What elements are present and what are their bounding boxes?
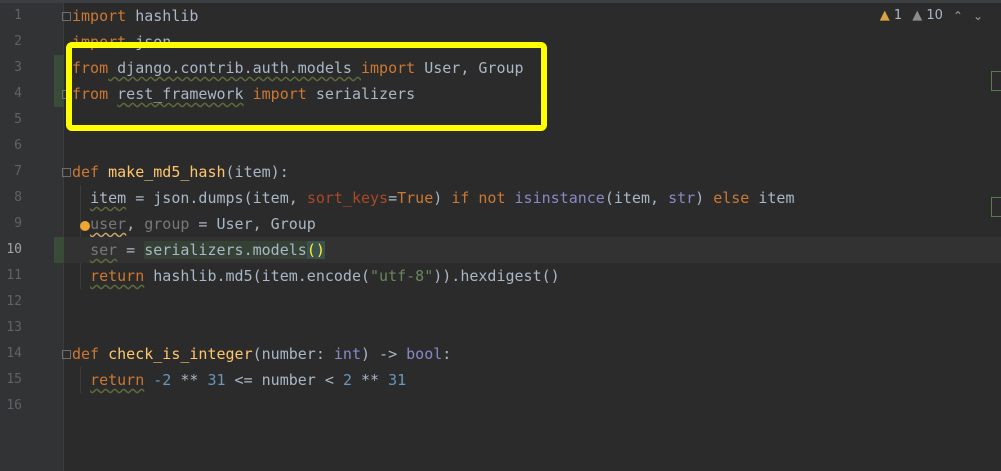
line-number: 1: [14, 8, 22, 23]
code-line-11[interactable]: return hashlib.md5(item.encode("utf-8"))…: [64, 263, 1001, 289]
lightbulb-icon[interactable]: [80, 221, 90, 231]
code-text: ): [433, 189, 452, 207]
code-line-14[interactable]: def check_is_integer(number: int) -> boo…: [64, 341, 1001, 367]
code-text: ,: [126, 215, 145, 233]
line-number: 12: [6, 294, 22, 309]
unused-variable: group: [144, 215, 190, 233]
code-text: item: [749, 189, 795, 207]
highlighted-reference: serializers.models: [144, 241, 307, 259]
vcs-change-marker[interactable]: [54, 237, 64, 263]
keyword: def: [72, 345, 100, 363]
keyword: return: [90, 267, 145, 285]
code-text: =: [388, 189, 398, 207]
change-marker[interactable]: [991, 197, 1001, 217]
code-text: (item):: [225, 163, 289, 181]
code-text: =: [117, 241, 145, 259]
code-text: **: [171, 371, 208, 389]
weak-warnings-count: 10: [926, 8, 943, 23]
code-text: <= number <: [225, 371, 343, 389]
code-line-10-current[interactable]: ser = serializers.models(): [64, 237, 1001, 263]
unused-variable: user: [90, 215, 127, 233]
line-number-current: 10: [6, 242, 22, 257]
line-number: 5: [14, 112, 22, 127]
warning-icon: ▲: [879, 8, 890, 23]
code-line-15[interactable]: return -2 ** 31 <= number < 2 ** 31: [64, 367, 1001, 393]
function-name: check_is_integer: [108, 345, 253, 363]
line-number: 3: [14, 60, 22, 75]
weak-warnings-counter[interactable]: ▲ 10: [912, 5, 943, 27]
number-literal: 31: [207, 371, 226, 389]
keyword: else: [713, 189, 750, 207]
code-text: ) ->: [361, 345, 407, 363]
code-text: (item,: [604, 189, 669, 207]
code-text: hashlib: [126, 7, 199, 25]
line-number: 9: [14, 216, 22, 231]
string-literal: "utf-8": [370, 267, 434, 285]
matched-parens: (): [306, 241, 325, 259]
line-number: 15: [6, 372, 22, 387]
warnings-count: 1: [893, 8, 903, 23]
builtin-name: int: [333, 345, 361, 363]
line-number: 14: [6, 346, 22, 361]
line-number-gutter[interactable]: 1 2 3 4 5 6 7 8 9 10 11 12 13 14 15 16: [0, 3, 71, 471]
line-number: 4: [14, 86, 22, 101]
vcs-change-marker[interactable]: [54, 55, 64, 107]
code-text: = User, Group: [189, 215, 316, 233]
number-literal: 2: [342, 371, 352, 389]
keyword: True: [397, 189, 434, 207]
function-name: make_md5_hash: [108, 163, 226, 181]
line-number: 2: [14, 34, 22, 49]
error-stripe-scrollbar[interactable]: [989, 3, 1001, 471]
number-literal: 31: [388, 371, 407, 389]
line-number: 6: [14, 138, 22, 153]
code-text: **: [351, 371, 389, 389]
keyword: if not: [451, 189, 506, 207]
code-text: :: [442, 345, 452, 363]
keyword-argument: sort_keys: [306, 189, 389, 207]
keyword: return: [90, 371, 145, 389]
line-number: 13: [6, 320, 22, 335]
line-number: 11: [6, 268, 22, 283]
code-line-9[interactable]: user, group = User, Group: [64, 211, 1001, 237]
builtin-name: isinstance: [514, 189, 605, 207]
code-line-1[interactable]: import hashlib: [64, 3, 1001, 29]
warnings-counter[interactable]: ▲ 1: [880, 5, 902, 27]
code-text: = json.dumps(item,: [126, 189, 307, 207]
weak-warning-icon: ▲: [912, 8, 923, 23]
unused-variable: ser: [90, 241, 118, 259]
builtin-name: str: [668, 189, 696, 207]
code-line-7[interactable]: def make_md5_hash(item):: [64, 159, 1001, 185]
inspection-widget[interactable]: ▲ 1 ▲ 10 ⌃ ⌄: [880, 5, 983, 27]
code-text: hashlib.md5(item.encode(: [144, 267, 371, 285]
code-text: )).hexdigest(): [433, 267, 560, 285]
chevron-up-icon[interactable]: ⌃: [953, 5, 963, 27]
line-number: 7: [14, 164, 22, 179]
number-literal: -2: [153, 371, 172, 389]
change-marker[interactable]: [991, 71, 1001, 91]
keyword: import: [72, 7, 127, 25]
keyword: def: [72, 163, 100, 181]
line-number: 8: [14, 190, 22, 205]
line-number: 16: [6, 398, 22, 413]
chevron-down-icon[interactable]: ⌄: [973, 5, 983, 27]
builtin-name: bool: [406, 345, 443, 363]
annotation-highlight-box: [66, 42, 547, 131]
code-line-8[interactable]: item = json.dumps(item, sort_keys=True) …: [64, 185, 1001, 211]
variable: item: [90, 189, 127, 207]
code-text: ): [695, 189, 714, 207]
code-text: (number:: [252, 345, 334, 363]
